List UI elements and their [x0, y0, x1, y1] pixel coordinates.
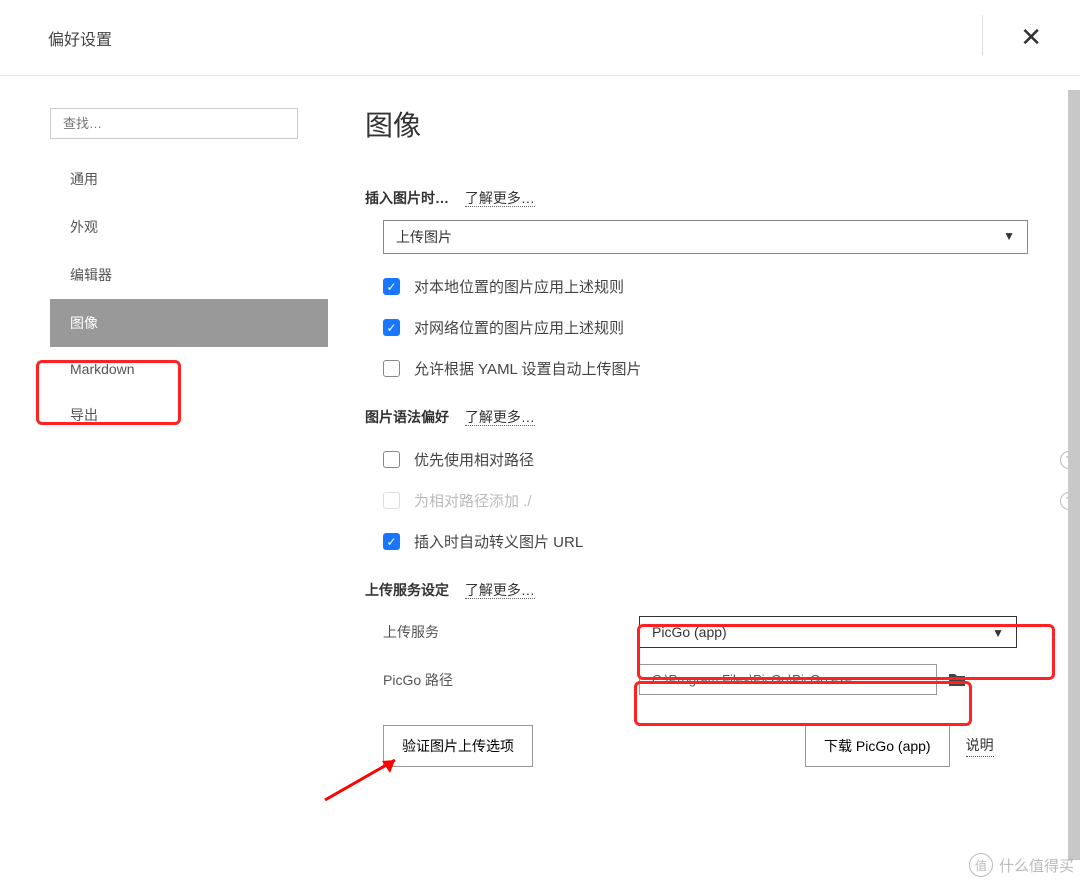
insert-action-select[interactable]: 上传图片 ▼ [383, 220, 1028, 254]
check-local-rule[interactable]: ✓ 对本地位置的图片应用上述规则 [383, 276, 1070, 297]
check-add-dotslash: 为相对路径添加 ./ ? [383, 490, 1070, 511]
check-label: 优先使用相对路径 [414, 449, 534, 470]
close-button[interactable]: ✕ [1010, 18, 1052, 57]
checkbox-icon: ✓ [383, 533, 400, 550]
close-icon: ✕ [1020, 22, 1042, 52]
button-row: 验证图片上传选项 下载 PicGo (app) 说明 [383, 725, 1070, 767]
divider [982, 15, 983, 55]
syntax-section: 图片语法偏好 了解更多… 优先使用相对路径 ? 为相对路径添加 ./ ? ✓ 插… [365, 407, 1070, 552]
checkbox-icon [383, 360, 400, 377]
check-label: 为相对路径添加 ./ [414, 490, 532, 511]
upload-section: 上传服务设定 了解更多… 上传服务 PicGo (app) ▼ PicGo 路径… [365, 580, 1070, 767]
scrollbar[interactable] [1068, 90, 1080, 860]
body: 通用 外观 编辑器 图像 Markdown 导出 图像 插入图片时… 了解更多…… [0, 76, 1080, 883]
sidebar-item-image[interactable]: 图像 [50, 299, 328, 347]
check-network-rule[interactable]: ✓ 对网络位置的图片应用上述规则 [383, 317, 1070, 338]
upload-label: 上传服务设定 [365, 580, 449, 600]
search-input[interactable] [50, 108, 298, 139]
select-value: 上传图片 [396, 229, 452, 245]
check-escape-url[interactable]: ✓ 插入时自动转义图片 URL [383, 531, 1070, 552]
picgo-path-input[interactable] [639, 664, 937, 695]
check-label: 插入时自动转义图片 URL [414, 531, 583, 552]
uploader-label: 上传服务 [383, 622, 639, 642]
sidebar-item-general[interactable]: 通用 [50, 155, 328, 203]
chevron-down-icon: ▼ [992, 626, 1004, 640]
sidebar-item-appearance[interactable]: 外观 [50, 203, 328, 251]
checkbox-icon [383, 492, 400, 509]
description-link[interactable]: 说明 [966, 735, 994, 757]
page-title: 图像 [365, 104, 1070, 144]
chevron-down-icon: ▼ [1003, 229, 1015, 243]
titlebar: 偏好设置 ✕ [0, 0, 1080, 76]
download-picgo-button[interactable]: 下载 PicGo (app) [805, 725, 950, 767]
uploader-select[interactable]: PicGo (app) ▼ [639, 616, 1017, 648]
checkbox-icon: ✓ [383, 278, 400, 295]
path-label: PicGo 路径 [383, 670, 639, 690]
check-label: 对网络位置的图片应用上述规则 [414, 317, 624, 338]
sidebar-item-editor[interactable]: 编辑器 [50, 251, 328, 299]
folder-icon[interactable] [947, 672, 967, 688]
checkbox-icon [383, 451, 400, 468]
window-title: 偏好设置 [48, 26, 112, 50]
syntax-label: 图片语法偏好 [365, 407, 449, 427]
check-yaml-rule[interactable]: 允许根据 YAML 设置自动上传图片 [383, 358, 1070, 379]
path-row: PicGo 路径 [383, 664, 1070, 695]
main-panel: 图像 插入图片时… 了解更多… 上传图片 ▼ ✓ 对本地位置的图片应用上述规则 … [325, 76, 1080, 883]
insert-section: 插入图片时… 了解更多… 上传图片 ▼ ✓ 对本地位置的图片应用上述规则 ✓ 对… [365, 188, 1070, 379]
insert-learn-more-link[interactable]: 了解更多… [465, 190, 535, 207]
check-relative-path[interactable]: 优先使用相对路径 ? [383, 449, 1070, 470]
uploader-row: 上传服务 PicGo (app) ▼ [383, 616, 1070, 648]
sidebar-item-markdown[interactable]: Markdown [50, 347, 328, 391]
insert-label: 插入图片时… [365, 188, 449, 208]
check-label: 允许根据 YAML 设置自动上传图片 [414, 358, 642, 379]
syntax-learn-more-link[interactable]: 了解更多… [465, 409, 535, 426]
select-value: PicGo (app) [652, 624, 727, 640]
upload-learn-more-link[interactable]: 了解更多… [465, 582, 535, 599]
check-label: 对本地位置的图片应用上述规则 [414, 276, 624, 297]
sidebar: 通用 外观 编辑器 图像 Markdown 导出 [0, 76, 325, 883]
sidebar-item-export[interactable]: 导出 [50, 391, 328, 439]
verify-upload-button[interactable]: 验证图片上传选项 [383, 725, 533, 767]
checkbox-icon: ✓ [383, 319, 400, 336]
